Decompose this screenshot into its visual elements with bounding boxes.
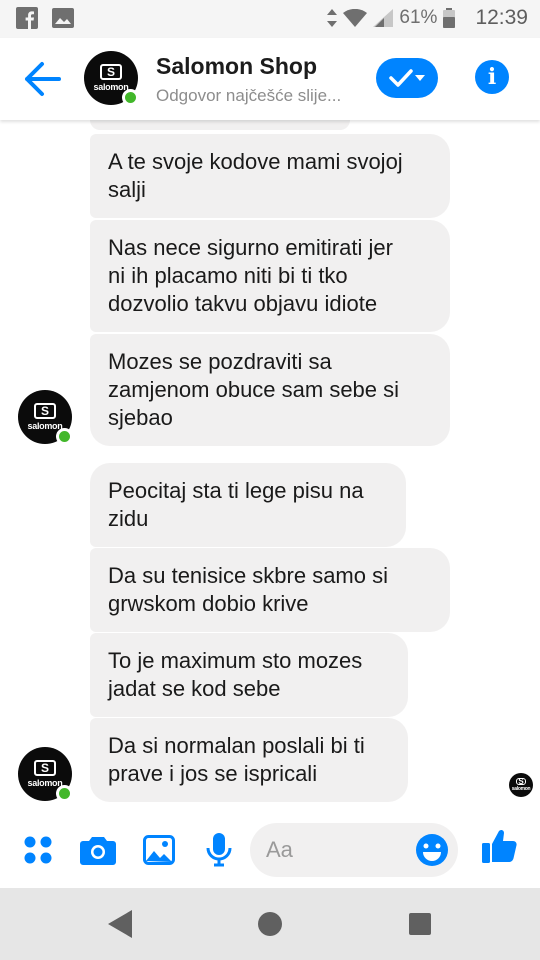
battery-percent: 61% — [399, 7, 438, 28]
microphone-icon[interactable] — [201, 832, 237, 868]
avatar-letter: S — [100, 63, 122, 81]
message-bubble[interactable]: Da su tenisice skbre samo si grwskom dob… — [90, 548, 450, 632]
contact-subtitle: Odgovor najčešće slije... — [156, 86, 342, 105]
composer-bar — [0, 810, 540, 888]
checkmark-icon — [389, 69, 413, 87]
gallery-icon — [52, 8, 74, 28]
info-icon[interactable]: i — [475, 60, 509, 94]
status-bar: 61% 12:39 — [0, 0, 540, 38]
wifi-icon — [343, 9, 368, 27]
sender-avatar[interactable]: S salomon — [18, 747, 73, 802]
message-bubble[interactable]: Da si normalan poslali bi ti prave i jos… — [90, 718, 408, 802]
message-list: A te svoje kodove mami svojoj salji Nas … — [0, 120, 540, 810]
online-indicator — [122, 89, 139, 106]
more-apps-icon[interactable] — [20, 832, 56, 868]
message-input[interactable] — [266, 835, 406, 865]
avatar-letter: S — [516, 777, 526, 785]
contact-name[interactable]: Salomon Shop — [156, 53, 317, 80]
message-bubble[interactable]: Mozes se pozdraviti sa zamjenom obuce sa… — [90, 334, 450, 446]
message-input-box[interactable] — [250, 823, 458, 877]
chevron-down-icon — [415, 75, 425, 81]
facebook-icon — [16, 7, 38, 29]
thumbs-up-icon[interactable] — [482, 828, 518, 864]
gallery-icon[interactable] — [141, 832, 177, 868]
conversation-header: S salomon Salomon Shop Odgovor najčešće … — [0, 38, 540, 120]
avatar[interactable]: S salomon — [84, 51, 139, 106]
battery-icon — [443, 8, 456, 28]
recents-square-icon[interactable] — [402, 906, 438, 942]
avatar-brand: salomon — [27, 778, 63, 789]
sender-avatar[interactable]: S salomon — [18, 390, 73, 445]
avatar-brand: salomon — [27, 421, 63, 432]
emoji-icon[interactable] — [415, 833, 449, 867]
signal-icon — [373, 9, 394, 27]
message-bubble[interactable]: To je maximum sto mozes jadat se kod seb… — [90, 633, 408, 717]
system-nav-bar — [0, 888, 540, 960]
back-triangle-icon[interactable] — [102, 906, 138, 942]
camera-icon[interactable] — [80, 832, 116, 868]
status-time: 12:39 — [475, 6, 528, 29]
online-indicator — [56, 785, 73, 802]
avatar-letter: S — [34, 759, 56, 777]
avatar-brand: salomon — [511, 786, 531, 793]
online-indicator — [56, 428, 73, 445]
check-dropdown-button[interactable] — [376, 58, 438, 98]
seen-receipt-avatar: S salomon — [509, 773, 533, 797]
message-bubble[interactable]: A te svoje kodove mami svojoj salji — [90, 134, 450, 218]
data-arrows-icon — [327, 9, 338, 27]
back-arrow-icon[interactable] — [22, 60, 62, 98]
home-circle-icon[interactable] — [252, 906, 288, 942]
message-bubble[interactable]: Nas nece sigurno emitirati jer ni ih pla… — [90, 220, 450, 332]
avatar-brand: salomon — [93, 82, 129, 93]
message-bubble-partial — [90, 120, 350, 130]
message-bubble[interactable]: Peocitaj sta ti lege pisu na zidu — [90, 463, 406, 547]
avatar-letter: S — [34, 402, 56, 420]
